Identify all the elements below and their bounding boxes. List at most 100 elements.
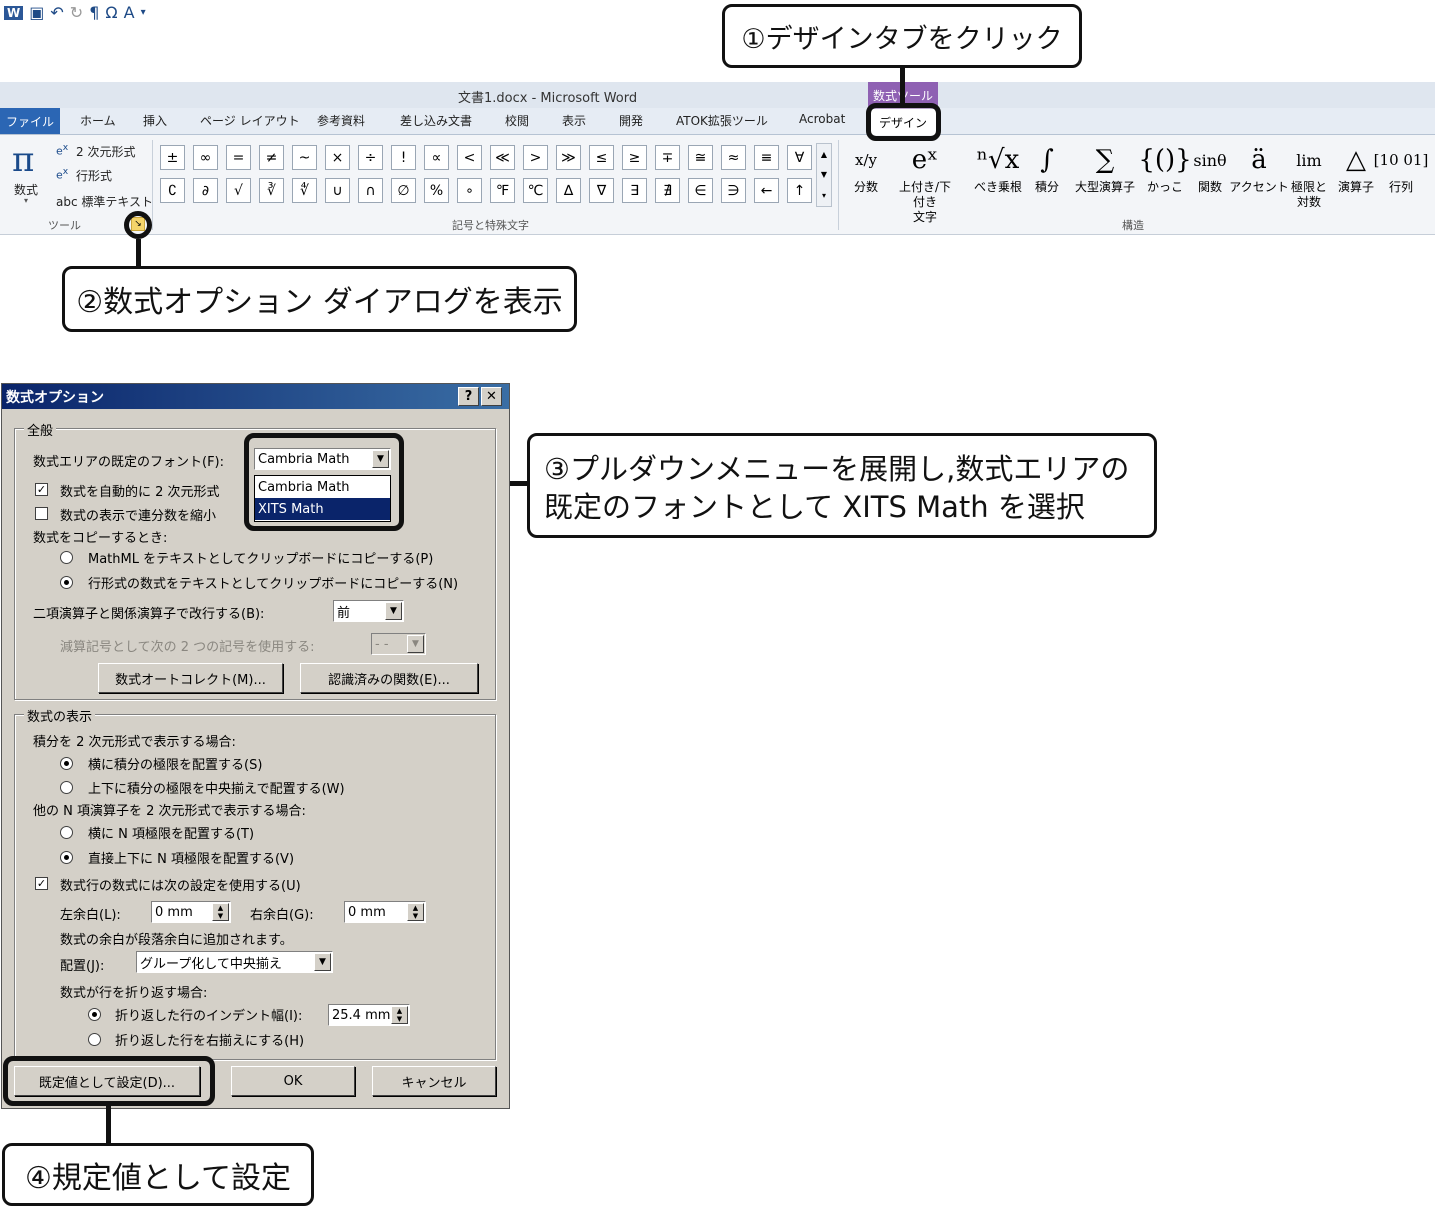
scroll-more-icon[interactable]: ▾ (822, 191, 826, 200)
symbol-button[interactable]: < (457, 145, 482, 170)
symbol-button[interactable]: ≈ (721, 145, 746, 170)
copy-linear-radio[interactable] (60, 576, 73, 589)
scroll-up-icon[interactable]: ▲ (821, 150, 827, 159)
symbol-button[interactable]: × (325, 145, 350, 170)
tab-references[interactable]: 参考資料 (317, 112, 365, 129)
symbol-button[interactable]: ∇ (589, 178, 614, 203)
symbol-button[interactable]: ∋ (721, 178, 746, 203)
symbol-button[interactable]: ∪ (325, 178, 350, 203)
omega-icon[interactable]: Ω (105, 3, 117, 22)
copy-mathml-radio[interactable] (60, 551, 73, 564)
auto-convert-checkbox[interactable]: ✓ (35, 483, 48, 496)
chevron-down-icon[interactable]: ▼ (385, 602, 402, 620)
structure-button[interactable]: ∑ 大型演算子 (1075, 140, 1135, 195)
tab-acrobat[interactable]: Acrobat (799, 112, 845, 126)
tab-file[interactable]: ファイル (0, 108, 60, 134)
font-a-icon[interactable]: A (124, 3, 135, 22)
symbol-button[interactable]: ∞ (193, 145, 218, 170)
symbol-button[interactable]: ∩ (358, 178, 383, 203)
symbol-button[interactable]: ∆ (556, 178, 581, 203)
scroll-down-icon[interactable]: ▼ (821, 170, 827, 179)
cancel-button[interactable]: キャンセル (372, 1066, 496, 1096)
structure-button[interactable]: x/y 分数 (836, 140, 896, 195)
symbol-button[interactable]: ∁ (160, 178, 185, 203)
integral-side-radio[interactable] (60, 757, 73, 770)
chevron-down-icon[interactable]: ▼ (314, 953, 331, 971)
symbol-button[interactable]: = (226, 145, 251, 170)
structure-button[interactable]: [10 01] 行列 (1371, 140, 1431, 195)
symbol-button[interactable]: ℃ (523, 178, 548, 203)
symbol-button[interactable]: ≠ (259, 145, 284, 170)
spinner-icon[interactable]: ▲ ▼ (407, 903, 424, 921)
symbol-button[interactable]: ± (160, 145, 185, 170)
ok-button[interactable]: OK (231, 1066, 355, 1096)
nary-side-radio[interactable] (60, 826, 73, 839)
normal-text-button[interactable]: abc 標準テキスト (56, 193, 153, 210)
symbol-button[interactable]: ∈ (688, 178, 713, 203)
display-math-checkbox[interactable]: ✓ (35, 877, 48, 890)
tab-review[interactable]: 校閲 (505, 112, 529, 129)
symbol-button[interactable]: ∂ (193, 178, 218, 203)
symbol-button[interactable]: ≅ (688, 145, 713, 170)
recognized-functions-button[interactable]: 認識済みの関数(E)... (300, 663, 478, 693)
symbol-button[interactable]: ∘ (457, 178, 482, 203)
left-margin-input[interactable]: 0 mm ▲ ▼ (151, 901, 231, 923)
symbol-button[interactable]: ~ (292, 145, 317, 170)
linear-button[interactable]: 行形式 (76, 167, 112, 184)
symbol-button[interactable]: ≥ (622, 145, 647, 170)
paragraph-icon[interactable]: ¶ (89, 3, 99, 22)
shrink-fractions-checkbox[interactable] (35, 507, 48, 520)
break-select[interactable]: 前 ▼ (333, 600, 404, 622)
spinner-icon[interactable]: ▲ ▼ (212, 903, 229, 921)
math-autocorrect-button[interactable]: 数式オートコレクト(M)... (98, 663, 283, 693)
tab-home[interactable]: ホーム (80, 112, 116, 129)
word-app-icon[interactable]: W (4, 5, 24, 20)
symbol-button[interactable]: ← (754, 178, 779, 203)
justify-select[interactable]: グループ化して中央揃え ▼ (136, 951, 333, 973)
symbol-button[interactable]: ≡ (754, 145, 779, 170)
right-margin-input[interactable]: 0 mm ▲ ▼ (344, 901, 426, 923)
equation-pi-icon[interactable]: π (12, 140, 34, 180)
professional-button[interactable]: 2 次元形式 (76, 143, 135, 160)
structure-button[interactable]: ∫ 積分 (1017, 140, 1077, 195)
symbol-button[interactable]: ℉ (490, 178, 515, 203)
tab-view[interactable]: 表示 (562, 112, 586, 129)
symbol-button[interactable]: ∅ (391, 178, 416, 203)
symbol-button[interactable]: ∄ (655, 178, 680, 203)
symbol-button[interactable]: ÷ (358, 145, 383, 170)
tab-atok[interactable]: ATOK拡張ツール (676, 112, 768, 129)
tab-page-layout[interactable]: ページ レイアウト (200, 112, 300, 129)
close-button[interactable]: ✕ (481, 387, 502, 406)
symbol-button[interactable]: √ (226, 178, 251, 203)
tab-mailings[interactable]: 差し込み文書 (400, 112, 472, 129)
symbol-button[interactable]: ≫ (556, 145, 581, 170)
save-icon[interactable]: ▣ (29, 3, 44, 22)
symbol-button[interactable]: ∓ (655, 145, 680, 170)
symbol-button[interactable]: ∛ (259, 178, 284, 203)
symbol-button[interactable]: ≪ (490, 145, 515, 170)
wrap-right-radio[interactable] (88, 1033, 101, 1046)
tab-insert[interactable]: 挿入 (143, 112, 167, 129)
symbol-button[interactable]: % (424, 178, 449, 203)
structure-button[interactable]: eˣ 上付き/下付き 文字 (895, 140, 955, 225)
symbol-button[interactable]: ∝ (424, 145, 449, 170)
symbol-button[interactable]: ≤ (589, 145, 614, 170)
symbol-button[interactable]: ∜ (292, 178, 317, 203)
symbol-button[interactable]: ! (391, 145, 416, 170)
symbols-scrollbar[interactable]: ▲ ▼ ▾ (816, 143, 832, 207)
undo-icon[interactable]: ↶ (50, 3, 63, 22)
symbol-button[interactable]: ↑ (787, 178, 812, 203)
nary-center-radio[interactable] (60, 851, 73, 864)
wrap-indent-radio[interactable] (88, 1008, 101, 1021)
help-button[interactable]: ? (458, 387, 479, 406)
symbol-button[interactable]: > (523, 145, 548, 170)
symbol-button[interactable]: ∀ (787, 145, 812, 170)
tab-developer[interactable]: 開発 (619, 112, 643, 129)
redo-icon[interactable]: ↻ (70, 3, 83, 22)
wrap-indent-input[interactable]: 25.4 mm ▲ ▼ (328, 1004, 410, 1026)
customize-icon[interactable]: ▾ (141, 7, 146, 18)
integral-center-radio[interactable] (60, 781, 73, 794)
symbol-button[interactable]: ∃ (622, 178, 647, 203)
spinner-icon[interactable]: ▲ ▼ (391, 1006, 408, 1024)
equation-dropdown-icon[interactable]: ▾ (24, 196, 28, 205)
